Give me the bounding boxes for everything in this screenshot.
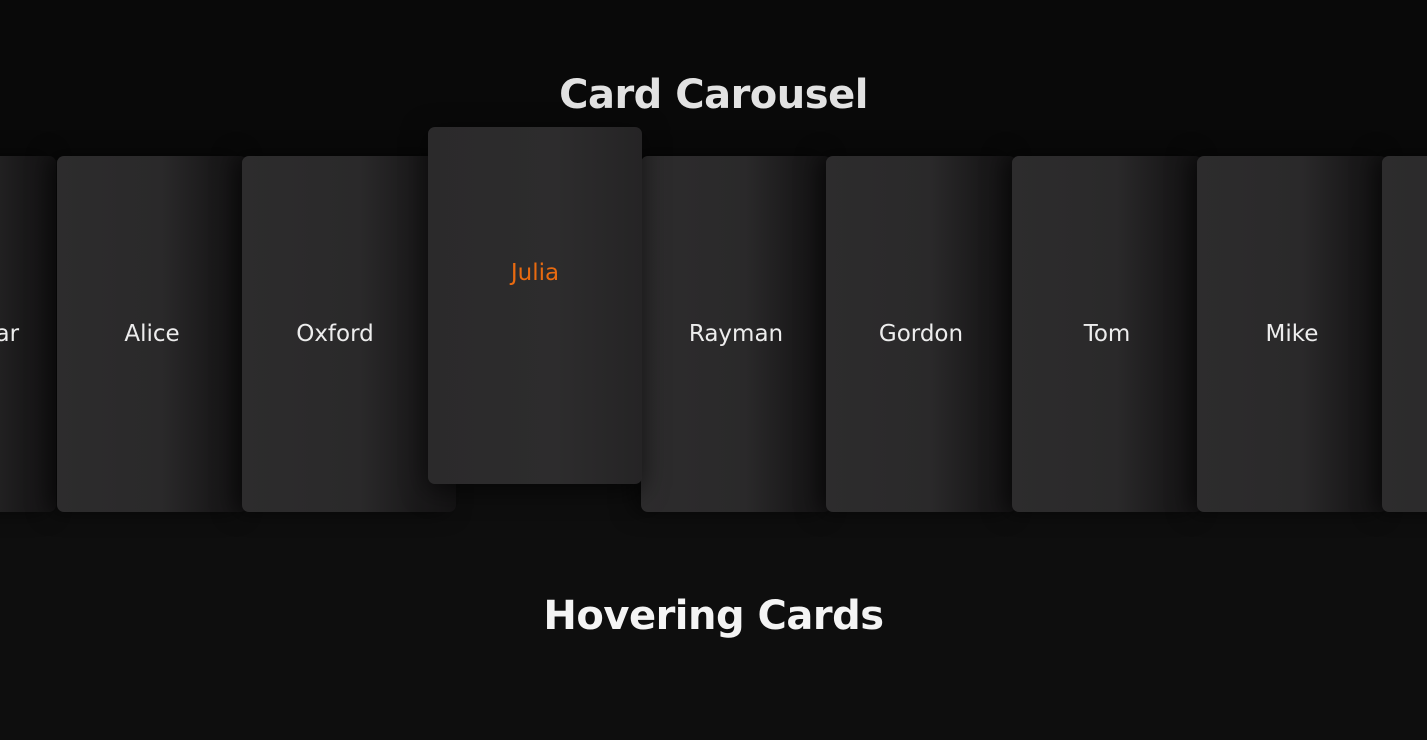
carousel-card[interactable]: dar [0,156,56,512]
card-label: dar [0,321,20,347]
card-label: Alice [124,321,180,347]
carousel-card[interactable]: Alice [57,156,247,512]
carousel-card[interactable]: Mike [1197,156,1387,512]
card-label: Rayman [688,321,784,347]
card-label: Gordon [878,321,964,347]
carousel-card[interactable]: Oxford [242,156,456,512]
page: Card Carousel dar Alice Oxford Rayman Go… [0,0,1427,740]
carousel-card[interactable] [1382,156,1427,512]
carousel-card[interactable]: Tom [1012,156,1202,512]
carousel-card[interactable]: Gordon [826,156,1016,512]
card-label-active: Julia [510,260,560,286]
carousel-card-active[interactable]: Julia [428,127,642,484]
card-label: Tom [1083,321,1131,347]
hovering-cards-title: Hovering Cards [543,593,884,639]
carousel-card[interactable]: Rayman [641,156,831,512]
card-label: Oxford [296,321,374,347]
card-label: Mike [1265,321,1319,347]
